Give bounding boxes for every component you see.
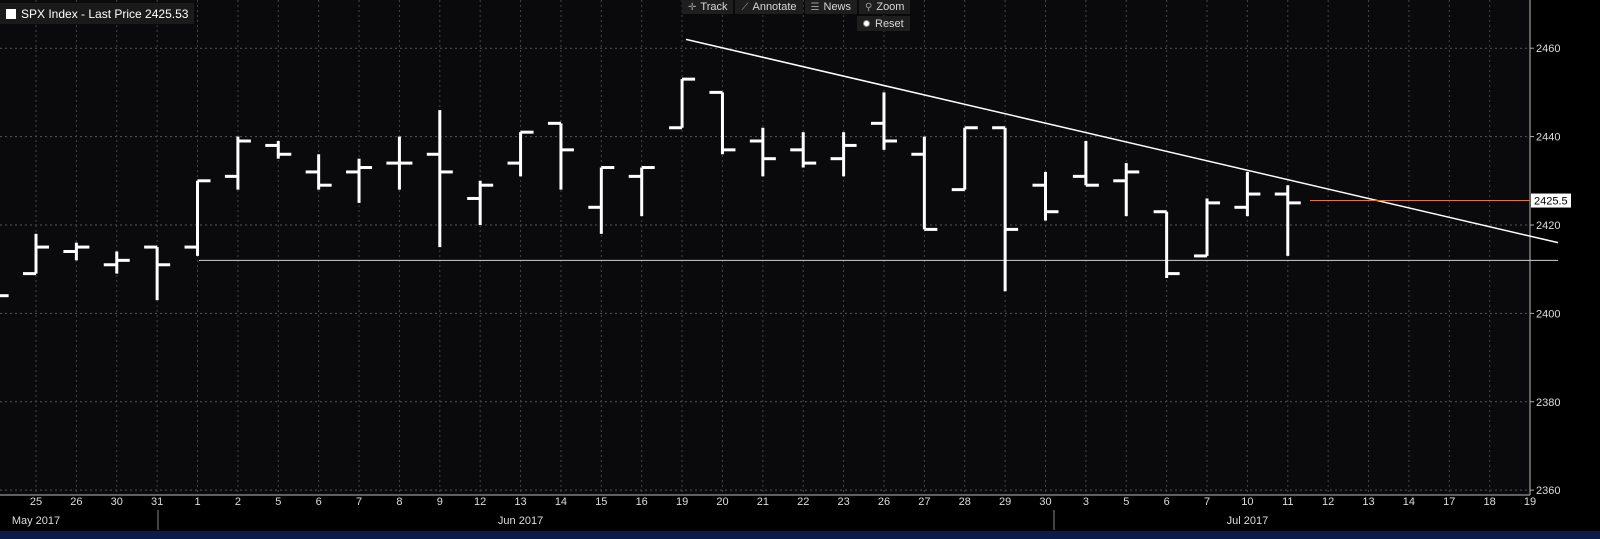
annotate-button[interactable]: ⟋ Annotate [735, 0, 803, 14]
x-tick-label: 9 [437, 496, 443, 508]
x-tick-label: 26 [878, 496, 890, 508]
news-button[interactable]: ☰ News [804, 0, 858, 14]
x-tick-label: 23 [837, 496, 849, 508]
x-tick-label: 1 [194, 496, 200, 508]
x-tick-label: 10 [1241, 496, 1253, 508]
x-tick-label: 16 [636, 496, 648, 508]
x-tick-label: 2 [235, 496, 241, 508]
x-tick-label: 13 [514, 496, 526, 508]
last-price-label: 2425.5 [1534, 196, 1568, 208]
x-tick-label: 6 [316, 496, 322, 508]
x-tick-label: 17 [1443, 496, 1455, 508]
x-tick-label: 12 [1322, 496, 1334, 508]
reset-label: Reset [875, 17, 904, 30]
x-tick-label: 27 [918, 496, 930, 508]
x-tick-label: 12 [474, 496, 486, 508]
month-label: Jul 2017 [1227, 515, 1269, 527]
zoom-button[interactable]: ⚲ Zoom [859, 0, 911, 14]
legend: SPX Index - Last Price 2425.53 [0, 3, 195, 24]
x-tick-label: 31 [151, 496, 163, 508]
pencil-icon: ⟋ [741, 1, 749, 13]
reset-radio-icon [863, 20, 870, 27]
magnifier-icon: ⚲ [865, 1, 873, 13]
x-tick-label: 25 [30, 496, 42, 508]
x-tick-label: 5 [275, 496, 281, 508]
x-tick-label: 21 [757, 496, 769, 508]
y-tick-label: 2400 [1536, 308, 1560, 320]
x-tick-label: 6 [1164, 496, 1170, 508]
x-tick-label: 28 [959, 496, 971, 508]
month-label: Jun 2017 [498, 515, 543, 527]
crosshair-icon: ✛ [688, 1, 697, 13]
x-tick-label: 11 [1282, 496, 1293, 508]
reset-button[interactable]: Reset [857, 16, 910, 31]
news-icon: ☰ [810, 1, 820, 13]
x-tick-label: 14 [1403, 496, 1415, 508]
legend-label: SPX Index - Last Price 2425.53 [21, 6, 189, 21]
x-tick-label: 7 [356, 496, 362, 508]
bottom-scrollbar [0, 531, 1600, 539]
x-tick-label: 13 [1362, 496, 1374, 508]
x-tick-label: 19 [1524, 496, 1536, 508]
x-tick-label: 3 [1083, 496, 1089, 508]
news-label: News [823, 0, 852, 13]
x-tick-label: 20 [716, 496, 728, 508]
month-label: May 2017 [12, 515, 60, 527]
x-tick-label: 30 [1039, 496, 1051, 508]
y-tick-label: 2440 [1536, 132, 1560, 144]
annotate-label: Annotate [752, 0, 797, 13]
track-label: Track [700, 0, 728, 13]
y-tick-label: 2360 [1536, 485, 1560, 497]
x-tick-label: 19 [676, 496, 688, 508]
x-tick-label: 5 [1123, 496, 1129, 508]
x-tick-label: 18 [1484, 496, 1496, 508]
x-tick-label: 8 [396, 496, 402, 508]
x-tick-label: 29 [999, 496, 1011, 508]
plot-area [0, 0, 1530, 495]
x-tick-label: 26 [70, 496, 82, 508]
chart-toolbar: ✛ Track ⟋ Annotate ☰ News ⚲ Zoom [682, 0, 911, 14]
x-tick-label: 30 [111, 496, 123, 508]
x-tick-label: 15 [595, 496, 607, 508]
x-tick-label: 7 [1204, 496, 1210, 508]
track-button[interactable]: ✛ Track [682, 0, 734, 14]
y-tick-label: 2380 [1536, 397, 1560, 409]
y-tick-label: 2460 [1536, 43, 1560, 55]
legend-swatch [6, 8, 16, 19]
y-tick-label: 2420 [1536, 220, 1560, 232]
price-chart[interactable]: 23602380240024202440246025 26 30 31 1 2 5 6 7 8 9 1… [0, 0, 1600, 539]
zoom-label: Zoom [876, 0, 905, 13]
x-tick-label: 22 [797, 496, 809, 508]
x-tick-label: 14 [555, 496, 567, 508]
